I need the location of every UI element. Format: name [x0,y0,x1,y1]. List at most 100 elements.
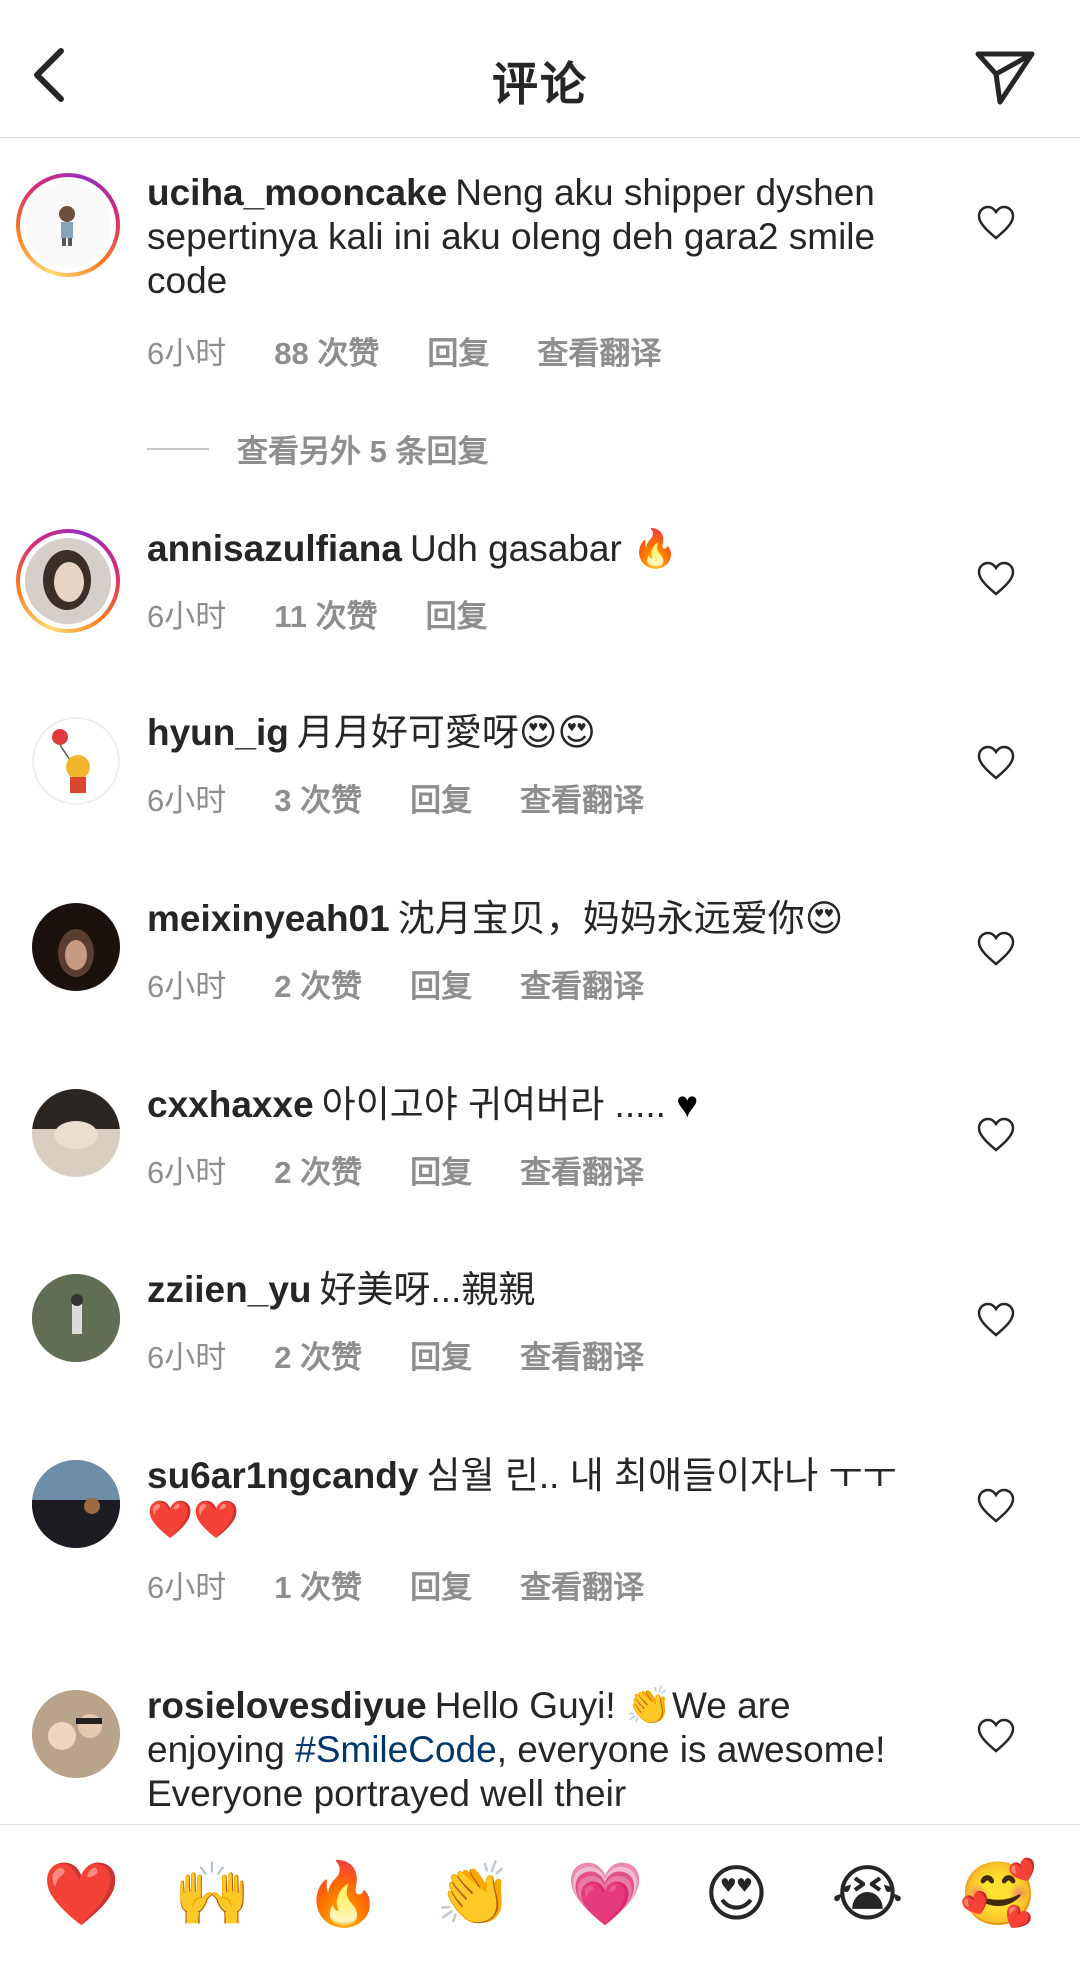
comment-username[interactable]: hyun_ig [147,712,289,753]
reply-button[interactable]: 回复 [426,591,488,636]
comment-list[interactable]: uciha_mooncake Neng aku shipper dyshen se… [0,139,1080,1824]
comment-text: cxxhaxxe 아이고야 귀여버라 ..... ♥ [147,1083,917,1127]
red-heart-emoji: ❤️❤️ [147,1498,240,1541]
heart-icon[interactable] [976,744,1016,784]
reply-button[interactable]: 回复 [427,328,489,373]
comment-body: 月月好可愛呀 [296,712,519,753]
comment-time: 6小时 [147,783,227,818]
smiling-hearts-emoji-button[interactable]: 🥰 [944,1839,1054,1949]
comment-likes[interactable]: 88 次赞 [274,328,379,373]
translate-button[interactable]: 查看翻译 [520,1332,644,1377]
translate-button[interactable]: 查看翻译 [520,1562,644,1607]
comment-meta: 6小时 11 次赞 回复 [147,591,536,636]
avatar[interactable] [32,1274,120,1362]
comment-text: meixinyeah01 沈月宝贝，妈妈永远爱你😍 [147,897,917,941]
avatar[interactable] [16,173,120,277]
comment-body-part1: Hello Guyi! [434,1685,616,1726]
divider-line [147,447,209,450]
heart-eyes-emoji: 😍😍 [518,711,596,754]
send-icon [975,51,1035,105]
comment-username[interactable]: annisazulfiana [147,528,402,569]
reply-button[interactable]: 回复 [410,1332,472,1377]
avatar-image [58,929,94,977]
comment-likes[interactable]: 2 次赞 [274,961,362,1006]
raising-hands-emoji-button[interactable]: 🙌 [158,1839,268,1949]
heart-icon[interactable] [976,1487,1016,1527]
comment-username[interactable]: su6ar1ngcandy [147,1455,418,1496]
comment-meta: 6小时 2 次赞 回复 查看翻译 [147,1147,692,1192]
heart-icon[interactable] [976,1116,1016,1156]
crying-emoji-button[interactable]: 😭 [813,1839,923,1949]
comment-body: 아이고야 귀여버라 ..... [321,1084,666,1125]
pink-heart-emoji-button[interactable]: 💗 [551,1839,661,1949]
black-heart-emoji: ♥ [676,1084,699,1125]
translate-button[interactable]: 查看翻译 [520,1147,644,1192]
page-title: 评论 [492,58,588,110]
comment-meta: 6小时 88 次赞 回复 查看翻译 [147,328,709,373]
translate-button[interactable]: 查看翻译 [537,328,661,373]
heart-icon[interactable] [976,930,1016,970]
avatar-image [32,1460,120,1548]
reply-button[interactable]: 回复 [410,1562,472,1607]
avatar-image [59,206,75,246]
header-bar: 评论 [0,0,1080,138]
avatar[interactable] [32,1089,120,1177]
avatar[interactable] [32,717,120,805]
clapping-emoji: 👏 [625,1684,672,1727]
avatar[interactable] [32,1460,120,1548]
translate-button[interactable]: 查看翻译 [520,961,644,1006]
comment-username[interactable]: cxxhaxxe [147,1084,314,1125]
avatar-image [32,1274,120,1362]
reply-button[interactable]: 回复 [410,1147,472,1192]
comment-likes[interactable]: 1 次赞 [274,1562,362,1607]
comment-body: 沈月宝贝，妈妈永远爱你 [397,898,805,939]
comment-body: 好美呀...親親 [319,1269,536,1310]
comment-text: zziien_yu 好美呀...親親 [147,1268,917,1312]
red-heart-emoji-button[interactable]: ❤️ [27,1839,137,1949]
comment-text: su6ar1ngcandy 심월 린.. 내 최애들이자나 ㅜㅜ ❤️❤️ [147,1454,917,1542]
comment-time: 6小时 [147,969,227,1004]
view-replies-label: 查看另外 5 条回复 [237,434,489,469]
heart-icon[interactable] [976,560,1016,600]
comment-likes[interactable]: 11 次赞 [274,591,377,636]
comment-username[interactable]: zziien_yu [147,1269,312,1310]
comment-meta: 6小时 1 次赞 回复 查看翻译 [147,1562,692,1607]
hashtag-link[interactable]: #SmileCode [295,1729,497,1770]
comment-body: 심월 린.. 내 최애들이자나 ㅜㅜ [426,1455,897,1496]
avatar-image [52,729,90,793]
comment-time: 6小时 [147,599,227,634]
comment-likes[interactable]: 2 次赞 [274,1332,362,1377]
comment-meta: 6小时 2 次赞 回复 查看翻译 [147,1332,692,1377]
fire-emoji-button[interactable]: 🔥 [289,1839,399,1949]
comment-username[interactable]: uciha_mooncake [147,172,447,213]
avatar-image [32,1089,120,1149]
comment-meta: 6小时 3 次赞 回复 查看翻译 [147,775,692,820]
comment-text: annisazulfiana Udh gasabar 🔥 [147,527,917,571]
share-button[interactable] [970,44,1040,110]
comment-username[interactable]: meixinyeah01 [147,898,390,939]
comment-body: Udh gasabar [409,528,622,569]
avatar[interactable] [16,529,120,633]
heart-icon[interactable] [976,1717,1016,1757]
view-more-replies[interactable]: 查看另外 5 条回复 [147,426,488,471]
reply-button[interactable]: 回复 [410,961,472,1006]
comment-text: uciha_mooncake Neng aku shipper dyshen se… [147,171,917,303]
avatar[interactable] [32,1690,120,1778]
comment-username[interactable]: rosielovesdiyue [147,1685,427,1726]
comment-likes[interactable]: 3 次赞 [274,775,362,820]
comment-time: 6小时 [147,1570,227,1605]
reply-button[interactable]: 回复 [410,775,472,820]
comment-time: 6小时 [147,1155,227,1190]
heart-icon[interactable] [976,204,1016,244]
heart-icon[interactable] [976,1301,1016,1341]
clapping-emoji-button[interactable]: 👏 [420,1839,530,1949]
avatar[interactable] [32,903,120,991]
avatar-image [43,550,91,610]
heart-eyes-emoji-button[interactable]: 😍 [682,1839,792,1949]
translate-button[interactable]: 查看翻译 [520,775,644,820]
heart-eyes-emoji: 😍 [804,897,844,940]
comment-time: 6小时 [147,336,227,371]
comment-time: 6小时 [147,1340,227,1375]
comment-meta: 6小时 2 次赞 回复 查看翻译 [147,961,692,1006]
comment-likes[interactable]: 2 次赞 [274,1147,362,1192]
